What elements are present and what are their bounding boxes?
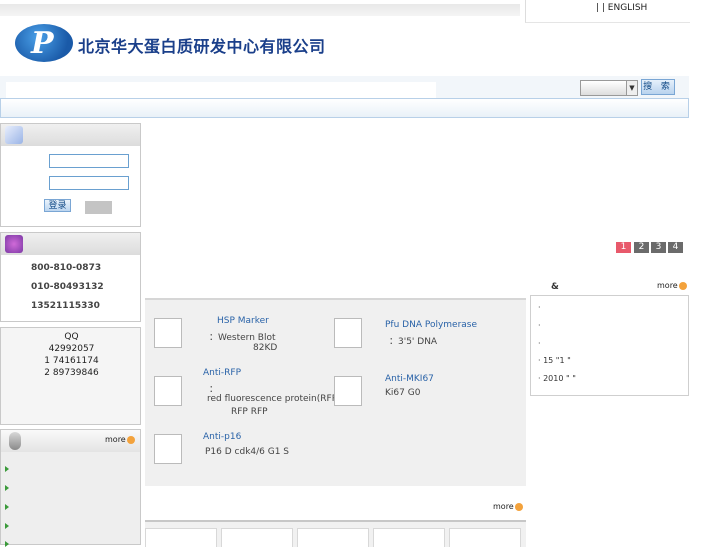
right-news-more-link[interactable]: more (657, 281, 687, 290)
header-gray-bar (0, 4, 520, 16)
products-more-link[interactable]: more (493, 502, 523, 511)
logo-letter: P (31, 26, 54, 61)
slide-page-1[interactable]: 1 (616, 242, 631, 253)
search-button[interactable]: 搜 索 (641, 79, 675, 95)
product-desc: red fluorescence protein(RFP) (207, 394, 341, 404)
sub-nav-bar (0, 98, 689, 118)
contact-panel-header (1, 233, 140, 255)
product-thumbnail[interactable] (334, 376, 362, 406)
more-label: more (657, 281, 678, 290)
contact-panel: 800-810-0873 010-80493132 13521115330 (0, 232, 141, 322)
qq-number[interactable]: 42992057 (1, 344, 142, 354)
more-label: more (493, 502, 514, 511)
right-news-item[interactable]: · (538, 321, 541, 330)
qq-number[interactable]: 2 89739846 (1, 368, 142, 378)
slide-page-4[interactable]: 4 (668, 242, 683, 253)
product-thumbnail[interactable] (154, 434, 182, 464)
bullet-icon (5, 523, 9, 529)
bottom-tile[interactable] (373, 528, 445, 547)
products-panel: HSP Marker ：Western Blot 82KD Pfu DNA Po… (145, 298, 526, 486)
right-news-item[interactable]: · 2010 " " (538, 374, 576, 383)
password-input[interactable] (49, 176, 129, 190)
product-desc: 82KD (253, 343, 278, 353)
register-button[interactable] (85, 201, 112, 214)
product-thumbnail[interactable] (334, 318, 362, 348)
bottom-tile[interactable] (221, 528, 293, 547)
product-title[interactable]: HSP Marker (217, 316, 269, 326)
qq-panel: QQ 42992057 1 74161174 2 89739846 (0, 327, 141, 425)
qq-label: QQ (64, 332, 79, 342)
bottom-tile[interactable] (297, 528, 369, 547)
product-thumbnail[interactable] (154, 376, 182, 406)
product-thumbnail[interactable] (154, 318, 182, 348)
bottom-tile[interactable] (145, 528, 217, 547)
slide-page-3[interactable]: 3 (651, 242, 666, 253)
company-name: 北京华大蛋白质研发中心有限公司 (78, 37, 326, 56)
login-button[interactable]: 登录 (44, 199, 71, 212)
bullet-icon (5, 541, 9, 547)
product-desc: RFP RFP (231, 407, 268, 417)
bullet-icon (5, 485, 9, 491)
login-pen-icon (5, 126, 23, 144)
phone-number: 010-80493132 (31, 282, 104, 292)
top-links[interactable]: | | ENGLISH (596, 3, 647, 13)
phone-icon (5, 235, 23, 253)
microphone-icon (9, 432, 21, 450)
phone-number: 800-810-0873 (31, 263, 102, 273)
company-logo-icon[interactable]: P (15, 24, 73, 62)
slide-page-2[interactable]: 2 (634, 242, 649, 253)
chevron-down-icon: ▼ (626, 81, 637, 95)
product-title[interactable]: Anti-MKI67 (385, 374, 434, 384)
product-title[interactable]: Anti-p16 (203, 432, 241, 442)
username-input[interactable] (49, 154, 129, 168)
right-news-title: & (551, 282, 559, 292)
product-desc: P16 D cdk4/6 G1 S (205, 447, 290, 457)
search-category-select[interactable]: ▼ (580, 80, 638, 96)
news-panel-header: more (1, 430, 140, 452)
product-title[interactable]: Pfu DNA Polymerase (385, 320, 477, 330)
more-arrow-icon (678, 281, 687, 290)
bottom-tile[interactable] (449, 528, 521, 547)
login-panel-header (1, 124, 140, 146)
news-more-link[interactable]: more (105, 435, 135, 444)
more-arrow-icon (514, 502, 523, 511)
product-title[interactable]: Anti-RFP (203, 368, 241, 378)
right-news-item[interactable]: · (538, 303, 541, 312)
bullet-icon (5, 466, 9, 472)
more-label: more (105, 435, 126, 444)
phone-number: 13521115330 (31, 301, 100, 311)
more-arrow-icon (126, 435, 135, 444)
top-links-bar: | | ENGLISH (525, 0, 690, 23)
qq-number[interactable]: 1 74161174 (1, 356, 142, 366)
product-desc: Ki67 G0 (385, 388, 421, 398)
bottom-tiles-row (145, 520, 526, 547)
product-desc: ：Western Blot (209, 333, 276, 343)
right-news-item[interactable]: · 15 "1 " (538, 356, 571, 365)
news-panel: more (0, 429, 141, 547)
right-news-item[interactable]: · (538, 339, 541, 348)
bullet-icon (5, 504, 9, 510)
product-desc: ：3'5' DNA (389, 337, 438, 347)
